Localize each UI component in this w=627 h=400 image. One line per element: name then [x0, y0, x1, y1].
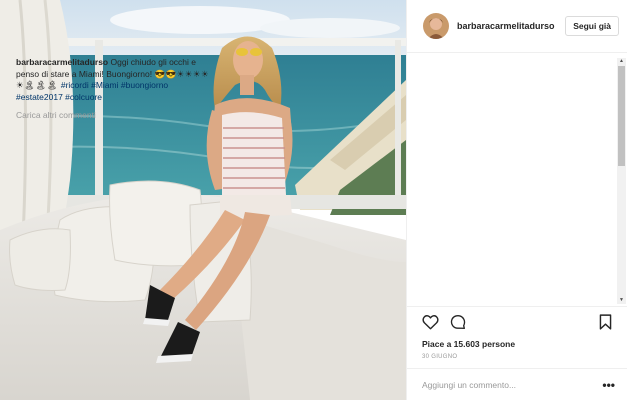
scroll-up-arrow-icon[interactable]: ▲ — [618, 58, 625, 65]
hashtag-estate2017[interactable]: #estate2017 — [16, 92, 63, 102]
more-icon[interactable]: ••• — [602, 379, 615, 391]
scroll-down-arrow-icon[interactable]: ▼ — [618, 297, 625, 304]
hashtag-ricordi[interactable]: #ricordi — [61, 80, 89, 90]
comment-icon[interactable] — [448, 312, 468, 332]
hashtag-colcuore[interactable]: #colcuore — [65, 92, 102, 102]
post-date: 30 GIUGNO — [422, 354, 458, 360]
likes-count[interactable]: Piace a 15.603 persone — [406, 337, 627, 351]
post-header: barbaracarmelitadurso Segui già — [407, 0, 627, 53]
bookmark-icon[interactable] — [595, 312, 615, 332]
load-more-comments-link[interactable]: Carica altri commenti — [16, 110, 212, 122]
comments-scrollbar[interactable]: ▲ ▼ — [617, 58, 626, 304]
heart-icon[interactable] — [420, 312, 440, 332]
post-actions: Piace a 15.603 persone 30 GIUGNO — [406, 306, 627, 363]
action-bar — [406, 307, 627, 337]
comment-input[interactable] — [422, 379, 603, 390]
following-button[interactable]: Segui già — [565, 16, 619, 36]
hashtag-miami[interactable]: #Miami — [91, 80, 118, 90]
add-comment-bar: ••• — [406, 368, 627, 400]
caption: barbaracarmelitadurso Oggi chiudo gli oc… — [16, 57, 212, 103]
comments-area: barbaracarmelitadurso Oggi chiudo gli oc… — [16, 57, 212, 302]
hashtag-buongiorno[interactable]: #buongiorno — [121, 80, 168, 90]
scrollbar-thumb[interactable] — [618, 66, 625, 166]
username[interactable]: barbaracarmelitadurso — [457, 21, 555, 31]
caption-username[interactable]: barbaracarmelitadurso — [16, 57, 108, 67]
avatar[interactable] — [423, 13, 449, 39]
